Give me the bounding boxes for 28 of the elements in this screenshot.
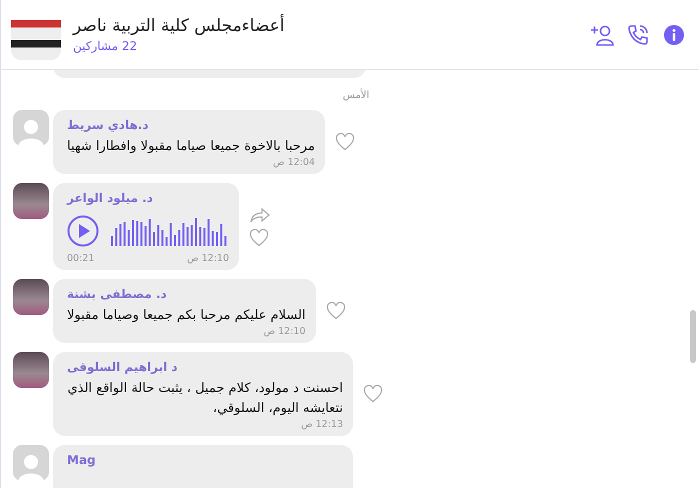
message-text: مرحبا بالاخوة جميعا صياما مقبولا وافطارا شهيا <box>67 138 315 156</box>
message-time: 12:10 ص <box>262 326 306 337</box>
sender-name: د.هادي سريط <box>67 118 150 132</box>
scrollbar-thumb[interactable] <box>690 310 696 363</box>
message-time: 12:04 ص <box>272 157 315 168</box>
avatar-photo-placeholder <box>13 183 49 219</box>
message-text: احسنت د مولود، كلام جميل ، يثبت حالة الواقع الذي نتعايشه اليوم، السلوقي، <box>67 380 343 418</box>
message-time: 12:10 ص <box>187 253 229 264</box>
default-avatar <box>13 110 49 146</box>
avatar-photo-placeholder <box>13 352 49 388</box>
avatar-photo-placeholder <box>13 279 49 315</box>
play-button[interactable] <box>67 215 99 247</box>
sender-name: Mag <box>67 453 97 467</box>
sender-name: د. ميلود الواعر <box>67 191 154 205</box>
heart-icon[interactable] <box>334 133 355 151</box>
heart-icon[interactable] <box>249 228 269 246</box>
heart-icon[interactable] <box>326 302 346 320</box>
heart-icon[interactable] <box>363 385 383 403</box>
date-divider: الأمس <box>342 90 370 101</box>
message-time: 12:13 ص <box>300 419 343 430</box>
forward-icon[interactable] <box>249 206 271 222</box>
voice-duration: 00:21 <box>67 253 94 264</box>
default-avatar <box>13 445 49 481</box>
message-text: السلام عليكم مرحبا بكم جميعا وصياما مقبولا <box>67 307 306 325</box>
participant-count[interactable]: 22 مشاركين <box>73 39 138 53</box>
group-title: أعضاءمجلس كلية التربية ناصر <box>73 16 284 36</box>
sender-name: د. مصطفى بشنة <box>67 287 168 301</box>
sender-name: د ابراهيم السلوقى <box>67 360 179 374</box>
